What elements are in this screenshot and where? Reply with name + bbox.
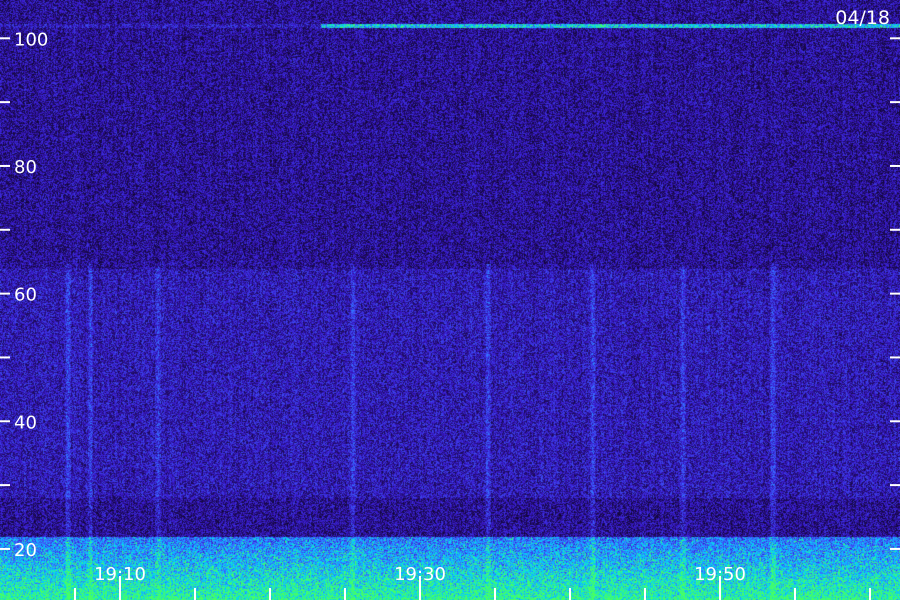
axes-overlay: 100 80 60 40 20 19:10 19:30 19:50 04/18 [0,7,900,600]
y-tick-label: 20 [14,540,37,561]
y-tick-label: 80 [14,157,37,178]
y-axis: 100 80 60 40 20 [0,29,900,561]
spectrogram-chart: 100 80 60 40 20 19:10 19:30 19:50 04/18 [0,0,900,600]
y-tick-label: 60 [14,285,37,306]
x-tick-label: 19:10 [94,564,146,585]
x-tick-label: 19:50 [694,564,746,585]
x-axis: 19:10 19:30 19:50 [74,564,871,600]
x-tick-label: 19:30 [394,564,446,585]
y-tick-label: 100 [14,29,48,50]
date-label: 04/18 [835,7,890,29]
y-tick-label: 40 [14,412,37,433]
